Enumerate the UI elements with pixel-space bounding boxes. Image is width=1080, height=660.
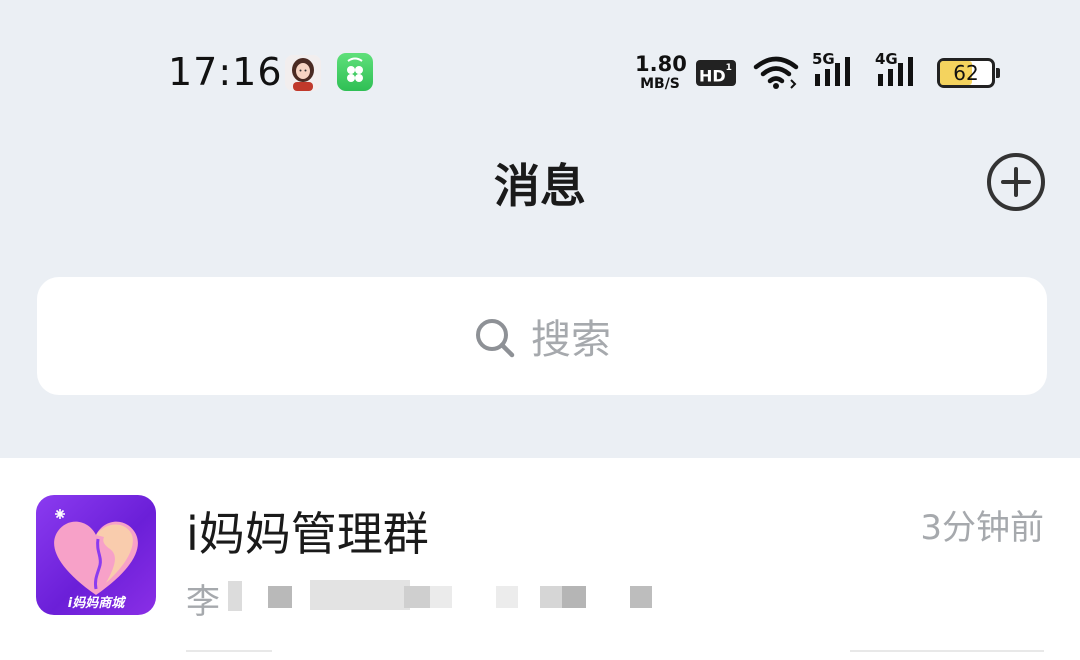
chat-list: i妈妈商城 i妈妈管理群 3分钟前 李 [0,458,1080,660]
chat-preview: 李 [186,574,220,623]
list-divider [850,650,1044,652]
redacted-block [540,586,562,608]
list-divider [186,650,272,652]
redacted-block [268,586,292,608]
chat-time: 3分钟前 [920,508,1044,548]
wifi-icon [753,55,799,95]
group-avatar-text: i妈妈商城 [68,595,126,611]
redacted-block [562,586,586,608]
plus-circle-icon [987,153,1045,211]
network-speed-unit: MB/S [640,76,680,92]
redacted-block [430,586,452,608]
group-avatar: i妈妈商城 [36,495,156,615]
redacted-block [228,581,242,611]
page-title: 消息 [494,159,586,213]
chat-preview-text: 李 [186,582,220,622]
signal-5g-icon: 5G [812,50,860,88]
search-input[interactable]: 搜索 [37,277,1047,395]
hd-label: HD [699,66,726,86]
chat-name: i妈妈管理群 [186,507,429,561]
search-icon [476,319,515,358]
green-app-notification-icon [337,53,373,91]
battery-percent: 62 [953,61,979,85]
network-speed-value: 1.80 [635,52,687,76]
hd-voice-badge: HD1 [696,60,736,86]
add-button[interactable] [986,152,1046,212]
redacted-block [310,580,410,610]
avatar-notification-icon [285,55,321,91]
network-speed: 1.80 MB/S [635,52,687,92]
status-time: 17:16 [168,50,283,94]
redacted-block [496,586,518,608]
chat-list-item[interactable]: i妈妈商城 i妈妈管理群 3分钟前 李 [0,458,1080,652]
redacted-block [404,586,430,608]
battery-icon: 62 [937,58,1000,88]
search-placeholder: 搜索 [531,317,611,363]
signal-4g-icon: 4G [875,50,923,88]
battery-cap [996,68,1000,78]
hd-sub: 1 [725,63,732,73]
status-bar: 17:16 1.80 MB/S HD1 5G 4G 62 [0,0,1080,140]
redacted-block [630,586,652,608]
